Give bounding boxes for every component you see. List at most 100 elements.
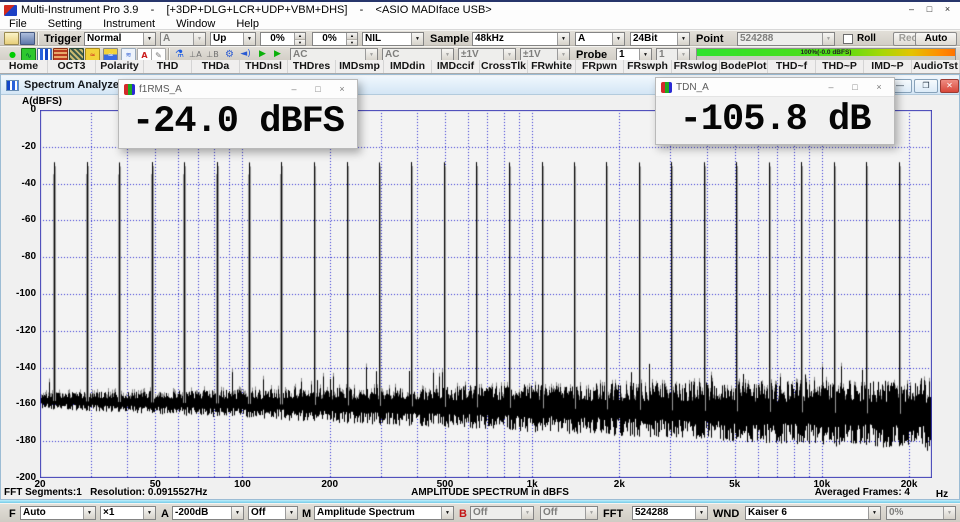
- tab-thdres[interactable]: THDres: [288, 60, 336, 73]
- sample-bits-select[interactable]: 24Bit▼: [630, 32, 690, 46]
- trigger-level-spinner[interactable]: 0%▲▼: [260, 32, 306, 46]
- minimize-icon[interactable]: –: [821, 78, 841, 96]
- tab-frswlog[interactable]: FRswlog: [672, 60, 720, 73]
- tab-polarity[interactable]: Polarity: [96, 60, 144, 73]
- tab-thda[interactable]: THDa: [192, 60, 240, 73]
- close-button[interactable]: ×: [939, 2, 956, 16]
- a-ref-select[interactable]: Off▼: [248, 506, 298, 520]
- maximize-icon[interactable]: □: [308, 80, 328, 98]
- trigger-edge-select[interactable]: Up▼: [210, 32, 256, 46]
- chevron-down-icon[interactable]: ▼: [243, 33, 255, 45]
- a-range-select[interactable]: -200dB▼: [172, 506, 244, 520]
- child-restore-button[interactable]: ❐: [914, 79, 938, 93]
- x-tick-label: 5k: [719, 479, 751, 490]
- close-icon[interactable]: ×: [869, 78, 889, 96]
- point-label: Point: [696, 33, 724, 45]
- ddp-window-tdn[interactable]: TDN_A – □ × -105.8 dB: [655, 77, 895, 145]
- tab-imddin[interactable]: IMDdin: [384, 60, 432, 73]
- chevron-down-icon[interactable]: ▼: [411, 33, 423, 45]
- x-tick-label: 100: [226, 479, 258, 490]
- sample-channel-select[interactable]: A▼: [575, 32, 625, 46]
- overlap-select: 0%▼: [886, 506, 956, 520]
- ddp-titlebar[interactable]: f1RMS_A – □ ×: [119, 80, 357, 99]
- chevron-down-icon[interactable]: ▼: [868, 507, 880, 519]
- y-tick-label: -100: [0, 288, 36, 299]
- tab-frswph[interactable]: FRswph: [624, 60, 672, 73]
- maximize-icon[interactable]: □: [845, 78, 865, 96]
- fft-size-select[interactable]: 524288▼: [632, 506, 708, 520]
- menubar: File Setting Instrument Window Help: [0, 18, 960, 30]
- y-tick-label: 0: [0, 104, 36, 115]
- tab-audiotst[interactable]: AudioTst: [912, 60, 960, 73]
- tab-frpwn[interactable]: FRpwn: [576, 60, 624, 73]
- trigger-nil-select[interactable]: NIL▼: [362, 32, 424, 46]
- ddp-window-f1rms[interactable]: f1RMS_A – □ × -24.0 dBFS: [118, 79, 358, 149]
- level-meter-text: 100%(-0.0 dBFS): [697, 49, 955, 57]
- separator: [37, 32, 39, 45]
- save-icon[interactable]: [20, 32, 35, 45]
- trigger-mode-select[interactable]: Normal▼: [84, 32, 156, 46]
- sample-label: Sample: [430, 33, 469, 45]
- open-file-icon[interactable]: [4, 32, 19, 45]
- window-title: Multi-Instrument Pro 3.9 - [+3DP+DLG+LCR…: [21, 4, 492, 16]
- child-close-button[interactable]: ✕: [940, 79, 959, 93]
- tab-oct3[interactable]: OCT3: [48, 60, 96, 73]
- roll-checkbox[interactable]: Roll: [843, 33, 876, 44]
- tab-thdnsl[interactable]: THDnsl: [240, 60, 288, 73]
- tab-home[interactable]: Home: [0, 60, 48, 73]
- ddp-value: -24.0 dBFS: [119, 99, 357, 145]
- menu-instrument[interactable]: Instrument: [94, 18, 164, 30]
- ddp-titlebar[interactable]: TDN_A – □ ×: [656, 78, 894, 97]
- spectrum-plot[interactable]: [40, 110, 932, 478]
- sample-rate-select[interactable]: 48kHz▼: [472, 32, 570, 46]
- menu-help[interactable]: Help: [227, 18, 268, 30]
- chevron-down-icon[interactable]: ▼: [231, 507, 243, 519]
- chevron-down-icon[interactable]: ▼: [612, 33, 624, 45]
- spectrum-analyzer-icon: [6, 80, 19, 91]
- tab-imdsmp[interactable]: IMDsmp: [336, 60, 384, 73]
- b-ref-select: Off▼: [540, 506, 598, 520]
- tab-imdccif[interactable]: IMDccif: [432, 60, 480, 73]
- zoom-select[interactable]: ×1▼: [100, 506, 156, 520]
- menu-window[interactable]: Window: [167, 18, 224, 30]
- close-icon[interactable]: ×: [332, 80, 352, 98]
- tab-crosstlk[interactable]: CrossTlk: [480, 60, 528, 73]
- trigger-delay-spinner[interactable]: 0%▲▼: [312, 32, 358, 46]
- chevron-down-icon[interactable]: ▼: [677, 33, 689, 45]
- mode-label: M: [302, 508, 311, 520]
- fft-status-text: FFT Segments:1 Resolution: 0.0915527Hz: [4, 487, 207, 498]
- auto-button[interactable]: Auto: [915, 32, 957, 46]
- chevron-down-icon[interactable]: ▼: [285, 507, 297, 519]
- menu-setting[interactable]: Setting: [39, 18, 91, 30]
- a-channel-label: A: [161, 508, 169, 520]
- spin-up-icon: ▲: [347, 33, 357, 40]
- window-function-select[interactable]: Kaiser 6▼: [745, 506, 881, 520]
- tab-thd[interactable]: THD: [144, 60, 192, 73]
- ddp-icon: [661, 82, 672, 93]
- tab-bodeplot[interactable]: BodePlot: [720, 60, 768, 73]
- minimize-icon[interactable]: –: [284, 80, 304, 98]
- tab-frwhite[interactable]: FRwhite: [528, 60, 576, 73]
- titlebar: Multi-Instrument Pro 3.9 - [+3DP+DLG+LCR…: [0, 0, 960, 18]
- chevron-down-icon[interactable]: ▼: [695, 507, 707, 519]
- checkbox-box[interactable]: [843, 34, 853, 44]
- freq-axis-select[interactable]: Auto▼: [20, 506, 96, 520]
- chevron-down-icon[interactable]: ▼: [557, 33, 569, 45]
- chevron-down-icon[interactable]: ▼: [83, 507, 95, 519]
- ddp-window-title: f1RMS_A: [139, 84, 280, 95]
- chevron-down-icon[interactable]: ▼: [441, 507, 453, 519]
- trigger-label: Trigger: [44, 33, 81, 45]
- b-range-select: Off▼: [470, 506, 534, 520]
- chevron-down-icon[interactable]: ▼: [143, 33, 155, 45]
- chevron-down-icon: ▼: [585, 507, 597, 519]
- tab-thd~p[interactable]: THD~P: [816, 60, 864, 73]
- chevron-down-icon[interactable]: ▼: [143, 507, 155, 519]
- spectrum-mode-select[interactable]: Amplitude Spectrum▼: [314, 506, 454, 520]
- maximize-button[interactable]: □: [921, 2, 938, 16]
- menu-file[interactable]: File: [0, 18, 36, 30]
- tab-thd~f[interactable]: THD~f: [768, 60, 816, 73]
- ddp-value: -105.8 dB: [656, 97, 894, 143]
- tab-imd~p[interactable]: IMD~P: [864, 60, 912, 73]
- minimize-button[interactable]: –: [903, 2, 920, 16]
- trigger-source-select: A▼: [160, 32, 206, 46]
